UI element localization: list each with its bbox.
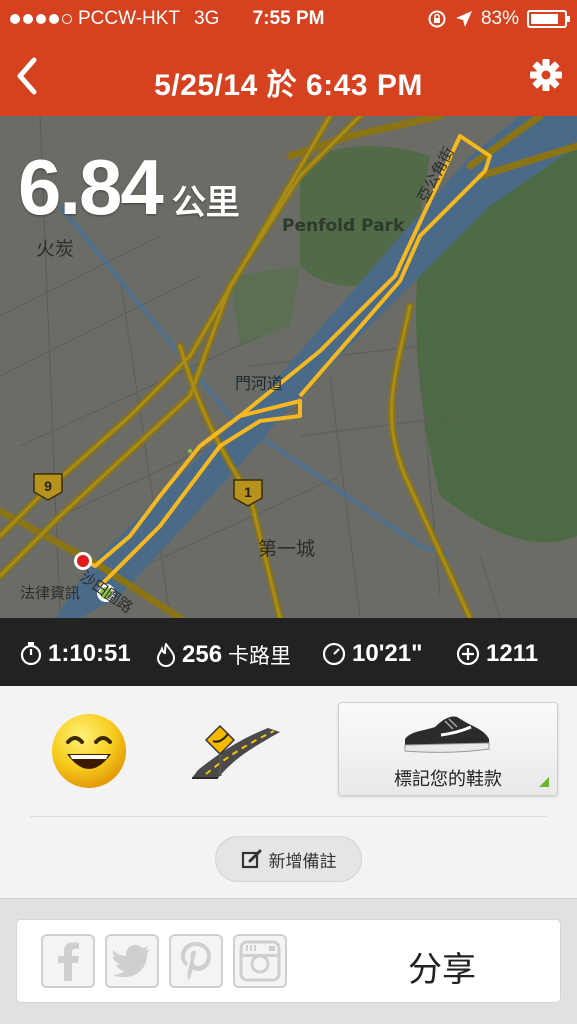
page-title: 5/25/14 於 6:43 PM [154, 69, 423, 102]
pinterest-icon [181, 942, 211, 980]
pace-value: 10'21" [352, 640, 423, 667]
share-bar: 分享 [0, 898, 577, 1024]
add-note-label: 新增備註 [268, 851, 337, 872]
duration-value: 1:10:51 [48, 640, 131, 667]
battery-percent: 83% [480, 8, 519, 29]
instagram-button[interactable] [233, 934, 287, 988]
map-label-huotan: 火炭 [36, 238, 75, 260]
actions-panel: 標記您的鞋款 新增備註 [0, 686, 577, 898]
divider [30, 816, 547, 817]
map-label-first-city: 第一城 [258, 538, 316, 560]
speedometer-icon [322, 642, 346, 666]
map-label-river: 門河道 [235, 374, 284, 393]
add-note-button[interactable]: 新增備註 [215, 836, 362, 882]
happy-mood-icon[interactable] [50, 712, 128, 790]
route-map[interactable]: 9 1 Penfold Park 火炭 門河道 第一城 法律資訊 亞公角街 沙田… [0, 116, 577, 618]
twitter-button[interactable] [105, 934, 159, 988]
flame-icon [156, 643, 176, 667]
nav-bar: 5/25/14 於 6:43 PM [0, 46, 577, 112]
edit-note-icon [241, 849, 261, 869]
share-card: 分享 [16, 919, 561, 1003]
duration-stat: 1:10:51 [20, 640, 131, 668]
battery-icon [527, 10, 570, 28]
route-9-label: 9 [44, 478, 52, 494]
rotation-lock-icon [428, 10, 446, 28]
stats-bar: 1:10:51 256 卡路里 10'21" 1211 [0, 618, 577, 686]
fuel-stat: 1211 [456, 640, 538, 668]
calories-value: 256 [182, 641, 223, 668]
facebook-button[interactable] [41, 934, 95, 988]
status-bar: PCCW-HKT 3G 7:55 PM 83% [0, 0, 577, 38]
expand-corner-icon [539, 777, 549, 787]
shoe-icon [404, 716, 490, 753]
share-button[interactable]: 分享 [367, 942, 517, 991]
pace-stat: 10'21" [322, 640, 422, 668]
twitter-icon [113, 945, 149, 977]
tag-shoes-button[interactable]: 標記您的鞋款 [338, 702, 558, 796]
instagram-icon [239, 940, 281, 982]
gear-icon[interactable] [529, 58, 563, 92]
location-arrow-icon [455, 11, 472, 27]
distance-display: 6.84 公里 [18, 142, 240, 233]
distance-value: 6.84 [18, 143, 164, 231]
tag-shoes-label: 標記您的鞋款 [394, 769, 502, 790]
status-right: 83% [427, 8, 570, 30]
facebook-icon [58, 942, 79, 981]
calories-unit: 卡路里 [228, 644, 292, 668]
calories-stat: 256 卡路里 [156, 640, 291, 670]
nikefuel-icon [456, 642, 480, 666]
fuel-value: 1211 [486, 640, 539, 667]
pinterest-button[interactable] [169, 934, 223, 988]
route-1-label: 1 [244, 484, 252, 500]
map-label-park: Penfold Park [282, 216, 405, 236]
route-9-shield: 9 [33, 473, 63, 501]
road-terrain-icon[interactable] [188, 720, 284, 780]
top-bar: PCCW-HKT 3G 7:55 PM 83% 5/25/14 於 6:43 P… [0, 0, 577, 116]
map-label-law: 法律資訊 [20, 584, 81, 602]
distance-unit: 公里 [171, 184, 240, 222]
route-1-shield: 1 [233, 479, 263, 507]
stopwatch-icon [20, 642, 42, 666]
